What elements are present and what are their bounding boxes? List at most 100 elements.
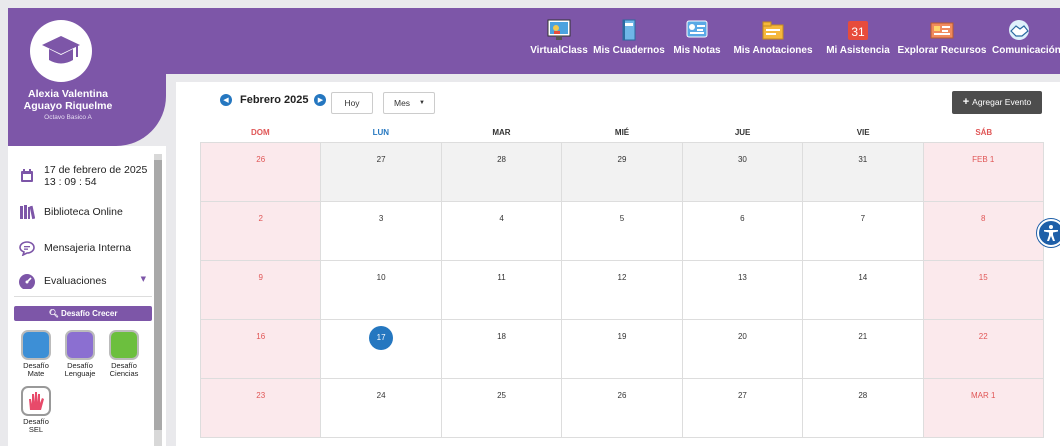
game-desafio-sel[interactable]: Desafío SEL [14,386,58,434]
chevron-down-icon: ▼ [140,275,146,283]
calendar-day-cell[interactable]: 29 [562,143,683,202]
nav-mis-notas[interactable]: Mis Notas [668,8,726,56]
calendar-day-cell[interactable]: 27 [682,379,804,438]
student-name: Alexia Valentina Aguayo Riquelme [23,88,113,112]
day-number: 10 [376,273,386,282]
nav-virtualclass[interactable]: VirtualClass [528,8,590,56]
student-grade: Octavo Basico A [44,114,92,121]
add-event-button[interactable]: + Agregar Evento [952,91,1042,114]
day-number: 3 [378,214,384,223]
calendar-day-cell[interactable]: 19 [562,320,683,379]
day-number: 26 [256,155,266,164]
calendar-day-cell[interactable]: 9 [201,261,322,320]
calendar-day-cell[interactable]: 28 [803,379,924,438]
calendar-day-cell[interactable]: 17 [321,320,442,379]
avatar[interactable] [30,20,92,82]
calendar-day-cell[interactable]: 5 [562,202,683,261]
game-desafio-mate[interactable]: Desafío Mate [14,330,58,378]
calendar-day-cell[interactable]: 7 [803,202,924,261]
folder-icon [760,18,786,42]
virtualclass-icon [546,18,572,42]
view-select[interactable]: Mes ▼ [383,92,435,114]
calendar-day-cell[interactable]: 18 [441,320,563,379]
calendar-week-row: 16 17 18 19 20 21 22 [201,320,1044,379]
calendar-day-cell[interactable]: 25 [441,379,563,438]
calendar-day-cell[interactable]: 26 [562,379,683,438]
chat-bubble-icon [18,239,36,257]
month-label: Febrero 2025 [240,94,309,106]
calendar-day-cell[interactable]: 21 [803,320,924,379]
calendar-day-cell[interactable]: 22 [923,320,1044,379]
day-number: 28 [497,155,506,164]
calendar-day-cell[interactable]: 3 [321,202,442,261]
sidebar: 17 de febrero de 2025 13 : 09 : 54 Bibli… [8,146,166,446]
desafio-sel-icon [21,386,51,416]
calendar-day-cell[interactable]: 24 [321,379,442,438]
weekday-header: DOM LUN MAR MIÉ JUE VIE SÁB [200,124,1044,142]
sidebar-item-evaluaciones[interactable]: Evaluaciones ▼ [18,272,146,290]
sidebar-scrollbar-thumb[interactable] [154,160,162,430]
calendar-day-cell[interactable]: 6 [682,202,804,261]
nav-mis-anotaciones[interactable]: Mis Anotaciones [726,8,820,56]
desafio-lenguaje-icon [65,330,95,360]
calendar-day-cell[interactable]: 4 [441,202,563,261]
calendar-day-cell[interactable]: FEB 1 [923,143,1044,202]
day-number: 31 [858,155,868,164]
calendar-day-cell[interactable]: 27 [321,143,442,202]
game-desafio-ciencias[interactable]: Desafío Ciencias [102,330,146,378]
calendar-day-cell[interactable]: 28 [441,143,563,202]
prev-month-button[interactable]: ◀ [220,94,232,106]
day-number: 30 [737,155,747,164]
game-desafio-lenguaje[interactable]: Desafío Lenguaje [58,330,102,378]
calendar-day-cell[interactable]: 26 [201,143,322,202]
sidebar-item-mensajeria[interactable]: Mensajeria Interna [18,239,131,257]
weekday-label: DOM [250,128,270,137]
desafio-ciencias-icon [109,330,139,360]
nav-mis-cuadernos[interactable]: Mis Cuadernos [590,8,668,56]
weekday-label: MIÉ [614,128,630,137]
day-number: FEB 1 [972,155,995,164]
notebook-icon [616,18,642,42]
nav-mi-asistencia[interactable]: 31 Mi Asistencia [820,8,896,56]
desafio-crecer-button[interactable]: 🔍︎ Desafío Crecer [14,306,152,321]
nav-comunicacion[interactable]: Comunicación [988,8,1060,56]
day-number: 28 [858,391,868,400]
gauge-icon [18,272,36,290]
calendar-day-cell[interactable]: MAR 1 [923,379,1044,438]
day-number: 27 [737,391,747,400]
calendar-day-cell[interactable]: 16 [201,320,322,379]
calendar-day-cell[interactable]: 15 [923,261,1044,320]
calendar-day-cell[interactable]: 31 [803,143,924,202]
day-number: 29 [617,155,627,164]
svg-text:31: 31 [851,25,865,39]
nav-explorar-recursos[interactable]: Explorar Recursos [896,8,988,56]
calendar-day-cell[interactable]: 11 [441,261,563,320]
calendar-day-cell[interactable]: 2 [201,202,322,261]
calendar-day-cell[interactable]: 20 [682,320,804,379]
day-number: 26 [617,391,627,400]
calendar-day-cell[interactable]: 10 [321,261,442,320]
calendar-day-cell[interactable]: 13 [682,261,804,320]
handshake-icon [1006,18,1032,42]
day-number: 11 [497,273,506,282]
day-number: 15 [978,273,988,282]
desafio-mate-icon [21,330,51,360]
calendar-day-cell[interactable]: 23 [201,379,322,438]
sidebar-divider [14,296,152,297]
calendar-day-cell[interactable]: 8 [923,202,1044,261]
day-number: 7 [860,214,866,223]
day-number: 24 [376,391,386,400]
day-number: 12 [617,273,627,282]
weekday-label: LUN [372,128,390,137]
calendar-day-cell[interactable]: 30 [682,143,804,202]
today-button[interactable]: Hoy [331,92,373,114]
next-month-button[interactable]: ▶ [314,94,327,106]
day-number: 20 [737,332,747,341]
calendar-day-cell[interactable]: 12 [562,261,683,320]
weekday-label: JUE [734,128,751,137]
accessibility-button[interactable] [1037,219,1060,247]
sidebar-item-biblioteca[interactable]: Biblioteca Online [18,203,123,221]
day-number: 23 [256,391,266,400]
accessibility-icon [1044,225,1058,241]
calendar-day-cell[interactable]: 14 [803,261,924,320]
